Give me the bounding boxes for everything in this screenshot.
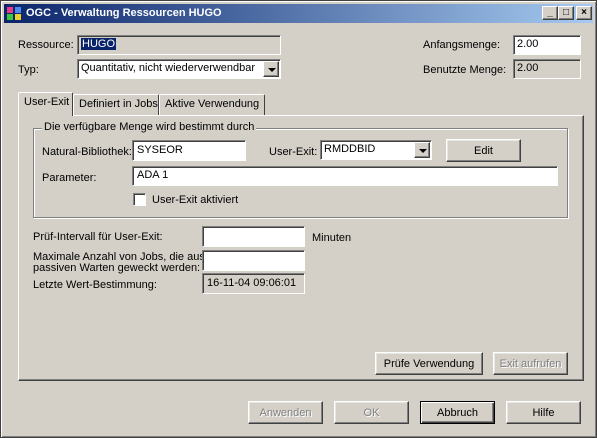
max-jobs-input[interactable]	[202, 250, 305, 271]
window-title: OGC - Verwaltung Ressourcen HUGO	[26, 7, 222, 19]
resource-label: Ressource:	[18, 39, 74, 51]
resource-value: HUGO	[81, 38, 116, 50]
initial-qty-input[interactable]: 2.00	[513, 35, 581, 55]
chevron-down-icon[interactable]	[414, 142, 430, 158]
exit-label: User-Exit:	[269, 146, 318, 158]
type-value: Quantitativ, nicht wiederverwendbar	[81, 62, 256, 74]
help-button[interactable]: Hilfe	[506, 401, 581, 424]
ok-label: OK	[363, 406, 380, 419]
tab-user-exit[interactable]: User-Exit	[18, 92, 73, 116]
param-input[interactable]: ADA 1	[132, 166, 558, 186]
minimize-button[interactable]: _	[542, 6, 558, 20]
chevron-down-icon[interactable]	[263, 61, 279, 77]
dialog-window: OGC - Verwaltung Ressourcen HUGO _ □ × R…	[0, 0, 597, 438]
initial-qty-label: Anfangsmenge:	[423, 39, 501, 51]
interval-label: Prüf-Intervall für User-Exit:	[33, 231, 163, 243]
type-label: Typ:	[18, 64, 39, 76]
tab-defined-in-jobs[interactable]: Definiert in Jobs	[73, 94, 159, 115]
used-qty-field: 2.00	[513, 59, 581, 79]
last-eval-label: Letzte Wert-Bestimmung:	[33, 279, 157, 291]
app-icon	[7, 7, 21, 20]
interval-input[interactable]	[202, 226, 305, 247]
close-button[interactable]: ×	[576, 6, 592, 20]
availability-group: Die verfügbare Menge wird bestimmt durch…	[33, 121, 568, 218]
cancel-button[interactable]: Abbruch	[420, 401, 495, 424]
exit-value: RMDDBID	[324, 143, 376, 155]
cancel-label: Abbruch	[437, 406, 478, 419]
max-jobs-label-line2: passiven Warten geweckt werden:	[33, 262, 201, 274]
exit-activated-label: User-Exit aktiviert	[152, 194, 239, 206]
check-usage-button[interactable]: Prüfe Verwendung	[375, 352, 483, 375]
type-select[interactable]: Quantitativ, nicht wiederverwendbar	[77, 59, 281, 79]
library-input[interactable]: SYSEOR	[132, 140, 246, 161]
param-label: Parameter:	[42, 172, 97, 184]
call-exit-button[interactable]: Exit aufrufen	[493, 352, 568, 375]
interval-unit: Minuten	[312, 232, 352, 244]
apply-button[interactable]: Anwenden	[248, 401, 323, 424]
edit-button[interactable]: Edit	[446, 139, 521, 162]
tab-panel-user-exit: Die verfügbare Menge wird bestimmt durch…	[18, 115, 584, 381]
call-exit-label: Exit aufrufen	[499, 357, 562, 370]
maximize-button[interactable]: □	[558, 6, 574, 20]
library-label: Natural-Bibliothek:	[42, 146, 132, 158]
edit-button-label: Edit	[474, 144, 493, 157]
used-qty-label: Benutzte Menge:	[423, 64, 507, 76]
title-bar[interactable]: OGC - Verwaltung Ressourcen HUGO _ □ ×	[4, 4, 593, 23]
group-title: Die verfügbare Menge wird bestimmt durch	[42, 121, 257, 133]
tab-active-usage[interactable]: Aktive Verwendung	[159, 94, 265, 115]
last-eval-field: 16-11-04 09:06:01	[202, 273, 305, 294]
ok-button[interactable]: OK	[334, 401, 409, 424]
exit-activated-checkbox[interactable]	[133, 193, 146, 206]
resource-field[interactable]: HUGO	[77, 35, 281, 55]
check-usage-label: Prüfe Verwendung	[383, 357, 475, 370]
help-label: Hilfe	[532, 406, 555, 419]
exit-select[interactable]: RMDDBID	[320, 140, 432, 160]
apply-label: Anwenden	[259, 406, 312, 419]
